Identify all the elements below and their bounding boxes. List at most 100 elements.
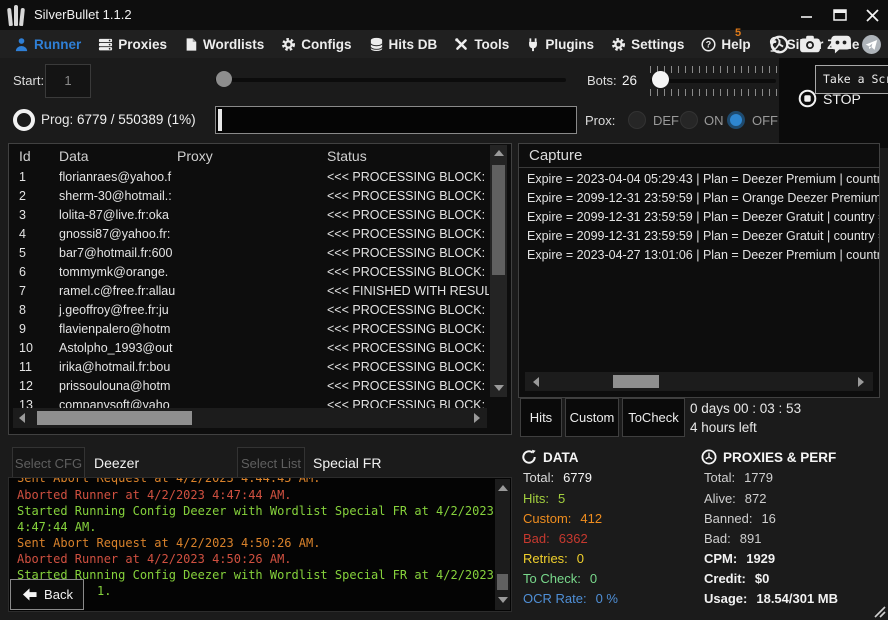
scroll-right-icon[interactable]	[474, 413, 480, 423]
scroll-left-icon[interactable]	[533, 377, 539, 387]
bots-value: 26	[622, 73, 637, 88]
svg-text:?: ?	[706, 39, 711, 49]
nav-tab-hitsdb[interactable]: Hits DB	[369, 37, 438, 52]
col-header-proxy: Proxy	[177, 148, 213, 164]
bots-slider-thumb[interactable]	[652, 71, 669, 88]
table-hscrollbar[interactable]	[13, 408, 487, 428]
capture-row[interactable]: Expire = 2023-04-27 13:01:06 | Plan = De…	[527, 248, 879, 262]
table-vscroll-thumb[interactable]	[492, 165, 505, 275]
scroll-right-icon[interactable]	[858, 377, 864, 387]
table-row[interactable]: 2sherm-30@hotmail.:<<< PROCESSING BLOCK:…	[9, 189, 489, 207]
table-row[interactable]: 3lolita-87@live.fr:oka<<< PROCESSING BLO…	[9, 208, 489, 226]
progress-bar	[215, 106, 577, 134]
discord-icon[interactable]	[830, 34, 852, 54]
table-row[interactable]: 10Astolpho_1993@out<<< PROCESSING BLOCK:…	[9, 341, 489, 359]
capture-panel: Capture Expire = 2023-04-04 05:29:43 | P…	[518, 143, 880, 398]
silverbullet-logo-icon	[8, 4, 28, 26]
nav-tab-proxies[interactable]: Proxies	[98, 37, 167, 52]
scroll-up-icon[interactable]	[498, 485, 508, 491]
app-window: SilverBullet 1.1.2 Runner Proxies Wordli…	[0, 0, 888, 620]
col-header-status: Status	[327, 148, 367, 164]
silver-zone-badge: 5	[735, 27, 741, 39]
capture-title: Capture	[529, 147, 582, 164]
stat-data-retries: Retries:0	[523, 551, 584, 566]
table-row[interactable]: 1florianraes@yahoo.f<<< PROCESSING BLOCK…	[9, 170, 489, 188]
scroll-down-icon[interactable]	[494, 385, 504, 391]
maximize-icon	[833, 9, 847, 21]
history-clock-icon[interactable]	[769, 34, 790, 55]
nav-tab-settings[interactable]: Settings	[611, 37, 684, 52]
table-row[interactable]: 4gnossi87@yahoo.fr:<<< PROCESSING BLOCK:…	[9, 227, 489, 245]
radio-off[interactable]	[727, 111, 745, 129]
resize-grip-icon[interactable]	[872, 604, 886, 618]
table-row[interactable]: 12prissoulouna@hotm<<< PROCESSING BLOCK:…	[9, 379, 489, 397]
capture-hscroll-thumb[interactable]	[613, 375, 659, 388]
log-line: Aborted Runner at 4/2/2023 4:50:26 AM.	[17, 552, 487, 566]
stat-proxy-banned: Banned:16	[704, 511, 776, 526]
time-left: 4 hours left	[690, 420, 757, 435]
wordlists-file-icon	[184, 37, 198, 52]
tab-custom[interactable]: Custom	[565, 398, 619, 437]
nav-tab-runner[interactable]: Runner	[14, 37, 81, 52]
scroll-left-icon[interactable]	[19, 413, 25, 423]
radio-on-label: ON	[704, 113, 724, 128]
capture-hscrollbar[interactable]	[525, 372, 873, 391]
select-cfg-button[interactable]: Select CFG	[12, 447, 85, 479]
nav-tab-wordlists[interactable]: Wordlists	[184, 37, 264, 52]
bots-label: Bots:	[587, 73, 617, 88]
nav-tab-configs[interactable]: Configs	[281, 37, 351, 52]
select-list-button[interactable]: Select List	[237, 447, 305, 479]
telegram-icon[interactable]	[861, 34, 882, 55]
table-row[interactable]: 7ramel.c@free.fr:allau<<< FINISHED WITH …	[9, 284, 489, 302]
title-bar: SilverBullet 1.1.2	[0, 0, 888, 30]
tab-tocheck[interactable]: ToCheck	[622, 398, 685, 437]
maximize-button[interactable]	[826, 4, 854, 26]
table-row[interactable]: 11irika@hotmail.fr:bou<<< PROCESSING BLO…	[9, 360, 489, 378]
start-slider-thumb[interactable]	[216, 71, 232, 87]
selected-config-name: Deezer	[94, 455, 139, 471]
col-header-data: Data	[59, 148, 89, 164]
table-row[interactable]: 9flavienpalero@hotm<<< PROCESSING BLOCK:…	[9, 322, 489, 340]
nav-tab-help[interactable]: ? Help	[701, 37, 750, 52]
capture-row[interactable]: Expire = 2099-12-31 23:59:59 | Plan = Or…	[527, 191, 879, 205]
nav-tab-plugins[interactable]: Plugins	[526, 37, 594, 52]
bots-slider-ticks-bottom	[650, 89, 778, 96]
capture-row[interactable]: Expire = 2023-04-04 05:29:43 | Plan = De…	[527, 172, 879, 186]
runner-person-icon	[14, 37, 29, 52]
stat-credit: Credit:$0	[704, 571, 769, 586]
stat-data-bad: Bad:6362	[523, 531, 588, 546]
table-vscrollbar[interactable]	[490, 145, 507, 397]
start-input[interactable]: 1	[45, 64, 91, 98]
radio-def-label: DEF	[653, 113, 679, 128]
capture-row[interactable]: Expire = 2099-12-31 23:59:59 | Plan = De…	[527, 210, 879, 224]
radio-on[interactable]	[680, 111, 698, 129]
minimize-button[interactable]	[793, 4, 821, 26]
stat-data-total: Total:6779	[523, 470, 592, 485]
table-hscroll-thumb[interactable]	[37, 411, 192, 425]
window-title: SilverBullet 1.1.2	[34, 7, 132, 22]
tab-hits[interactable]: Hits	[520, 398, 562, 437]
main-nav: Runner Proxies Wordlists Configs Hits DB…	[0, 30, 888, 58]
proxies-server-icon	[98, 37, 113, 52]
nav-tab-tools[interactable]: Tools	[454, 37, 509, 52]
radio-def[interactable]	[628, 111, 646, 129]
back-button[interactable]: Back	[10, 579, 84, 610]
log-vscrollbar[interactable]	[495, 479, 510, 610]
screenshot-tooltip: Take a Scr	[815, 65, 888, 94]
log-vscroll-thumb[interactable]	[497, 574, 508, 590]
capture-row[interactable]: Expire = 2099-12-31 23:59:59 | Plan = De…	[527, 229, 879, 243]
table-row[interactable]: 8j.geoffroy@free.fr:ju<<< PROCESSING BLO…	[9, 303, 489, 321]
scroll-up-icon[interactable]	[494, 150, 504, 156]
stat-data-custom: Custom:412	[523, 511, 602, 526]
start-slider[interactable]	[215, 78, 566, 82]
capture-separator	[519, 167, 879, 168]
close-button[interactable]	[858, 4, 886, 26]
table-row[interactable]: 5bar7@hotmail.fr:600<<< PROCESSING BLOCK…	[9, 246, 489, 264]
scroll-down-icon[interactable]	[498, 597, 508, 603]
stat-cpm: CPM:1929	[704, 551, 775, 566]
results-table: Id Data Proxy Status 1florianraes@yahoo.…	[8, 143, 512, 435]
database-icon	[369, 37, 384, 52]
table-row[interactable]: 6tommymk@orange.<<< PROCESSING BLOCK: RE	[9, 265, 489, 283]
camera-icon[interactable]	[799, 34, 821, 54]
sync-arrows-icon	[521, 449, 537, 465]
